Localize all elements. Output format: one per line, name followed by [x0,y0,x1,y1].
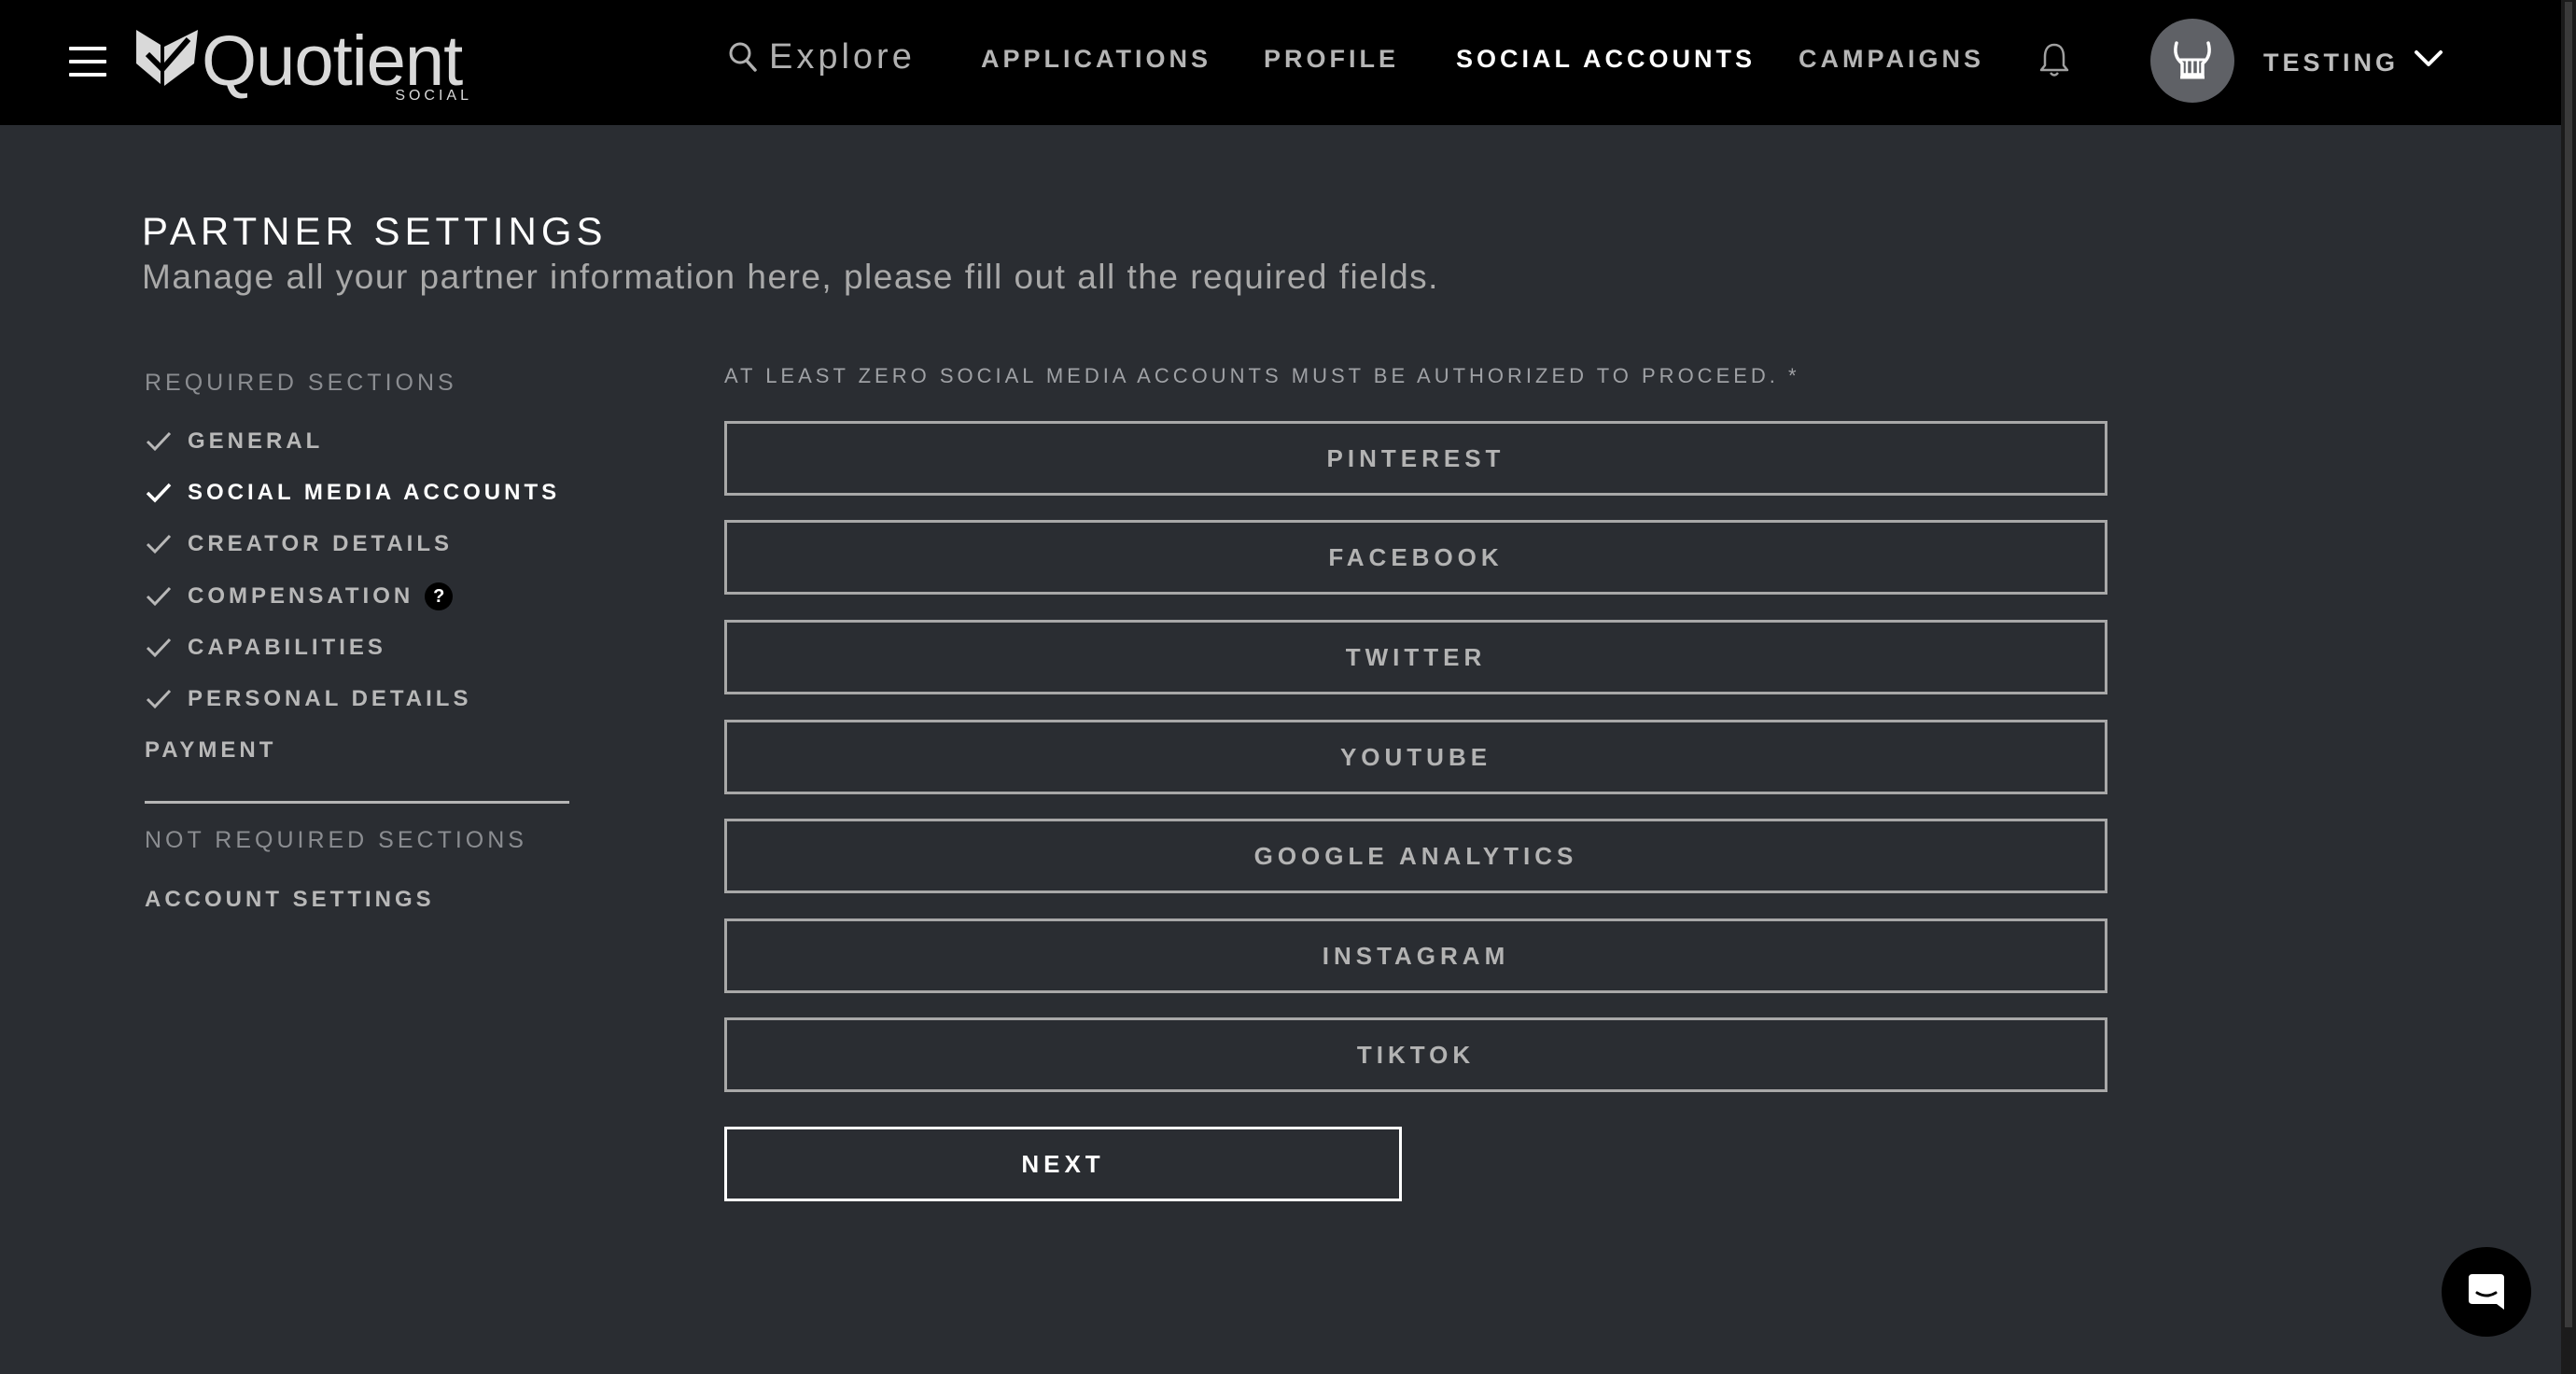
sidebar-item-label: CAPABILITIES [188,635,386,660]
sidebar-divider [145,801,569,804]
explore-label: Explore [769,36,916,77]
sidebar-item-label: CREATOR DETAILS [188,531,454,556]
quotient-social-logo[interactable]: Quotient SOCIAL [134,24,489,108]
sidebar-item-payment[interactable]: PAYMENT [145,735,276,766]
sidebar-item-label: ACCOUNT SETTINGS [145,887,435,912]
search-icon [729,42,757,72]
user-name[interactable]: TESTING [2263,49,2399,77]
not-required-sections-heading: NOT REQUIRED SECTIONS [145,827,527,853]
page: Quotient SOCIAL Explore APPLICATIONS PRO… [0,0,2576,1374]
chevron-down-icon[interactable] [2414,49,2443,69]
connect-twitter-button[interactable]: TWITTER [724,620,2107,694]
nav-applications[interactable]: APPLICATIONS [981,45,1211,74]
nav-profile[interactable]: PROFILE [1264,45,1399,74]
required-sections-heading: REQUIRED SECTIONS [145,370,457,396]
nav-social-accounts[interactable]: SOCIAL ACCOUNTS [1456,45,1756,74]
explore-search[interactable]: Explore [728,34,916,80]
page-subtitle: Manage all your partner information here… [142,258,1439,296]
check-icon [146,586,172,607]
top-navigation-bar: Quotient SOCIAL Explore APPLICATIONS PRO… [0,0,2561,125]
check-icon [146,431,172,452]
page-title: PARTNER SETTINGS [142,209,608,253]
authorization-notice: AT LEAST ZERO SOCIAL MEDIA ACCOUNTS MUST… [724,364,1800,387]
check-icon [146,534,172,554]
sidebar-item-personal-details[interactable]: PERSONAL DETAILS [145,683,471,715]
sidebar-item-label: GENERAL [188,428,324,454]
nav-campaigns[interactable]: CAMPAIGNS [1799,45,1984,74]
logo-subtitle: SOCIAL [395,88,472,104]
help-icon[interactable]: ? [425,582,454,610]
hamburger-icon[interactable] [69,45,106,78]
bell-icon[interactable] [2038,41,2070,78]
scrollbar-thumb[interactable] [2565,2,2572,1327]
sidebar-item-label: COMPENSATION [188,583,414,609]
sidebar-item-creator-details[interactable]: CREATOR DETAILS [145,528,453,560]
check-icon [146,638,172,658]
connect-google-analytics-button[interactable]: GOOGLE ANALYTICS [724,819,2107,893]
next-button[interactable]: NEXT [724,1127,1402,1201]
sidebar-item-account-settings[interactable]: ACCOUNT SETTINGS [145,884,435,916]
page-scrollbar[interactable] [2561,0,2576,1374]
sidebar-item-label: PAYMENT [145,737,277,763]
check-icon [146,689,172,709]
sidebar-item-compensation[interactable]: COMPENSATION ? [145,581,454,612]
check-icon [146,483,172,503]
chat-launcher-button[interactable] [2442,1247,2531,1337]
lyre-icon [2174,41,2211,79]
avatar[interactable] [2150,19,2234,103]
sidebar-item-general[interactable]: GENERAL [145,426,323,457]
chat-bubble-icon [2469,1274,2504,1310]
sidebar-item-label: SOCIAL MEDIA ACCOUNTS [188,480,561,505]
connect-instagram-button[interactable]: INSTAGRAM [724,918,2107,993]
connect-youtube-button[interactable]: YOUTUBE [724,720,2107,794]
sidebar-item-capabilities[interactable]: CAPABILITIES [145,632,386,664]
connect-tiktok-button[interactable]: TIKTOK [724,1017,2107,1092]
connect-pinterest-button[interactable]: PINTEREST [724,421,2107,496]
connect-facebook-button[interactable]: FACEBOOK [724,520,2107,595]
shield-check-logo [136,30,198,86]
sidebar-item-social-media-accounts[interactable]: SOCIAL MEDIA ACCOUNTS [145,477,560,509]
sidebar-item-label: PERSONAL DETAILS [188,686,472,711]
